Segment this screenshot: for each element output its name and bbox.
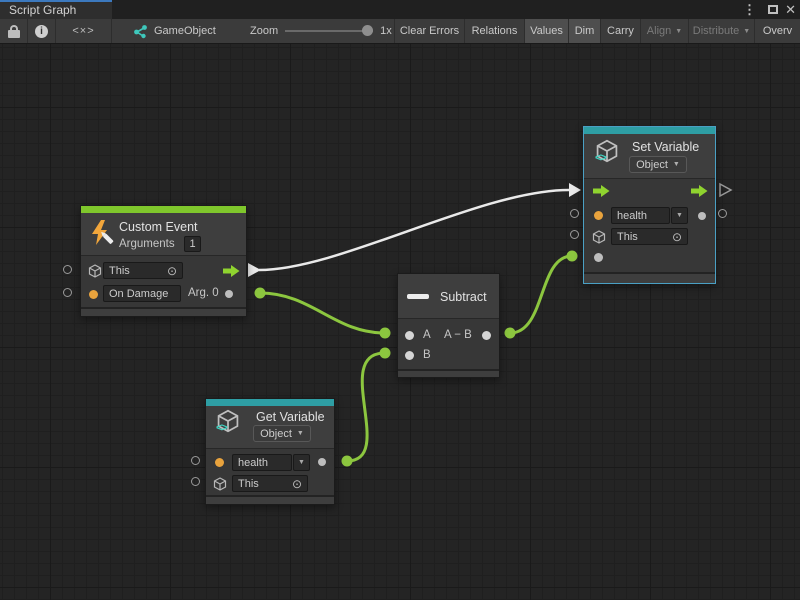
lock-button[interactable] (0, 19, 28, 43)
script-graph-window: Script Graph ⋮ ✕ i <×> GameObject Zoom (0, 0, 800, 600)
caret-down-icon: ▼ (743, 28, 750, 35)
align-dropdown[interactable]: Align▼ (640, 19, 688, 43)
port-pin-getvariable-this[interactable] (191, 477, 200, 486)
graph-target-label: GameObject (154, 25, 216, 37)
input-a-label: A (423, 329, 431, 341)
info-icon: i (35, 25, 48, 38)
port-pin-customevent-this[interactable] (63, 265, 72, 274)
port-pin-setvariable-out[interactable] (718, 209, 727, 218)
variable-scope-dropdown[interactable]: Object ▼ (253, 425, 311, 442)
arguments-input[interactable]: 1 (184, 236, 201, 252)
variable-icon: <> (213, 409, 245, 439)
node-title: Custom Event (119, 220, 198, 234)
node-subtract[interactable]: Subtract A A − B B (397, 273, 500, 378)
toolbar-buttons: Clear Errors Relations Values Dim Carry … (394, 19, 800, 43)
custom-event-icon (88, 219, 116, 247)
caret-down-icon: ▼ (675, 28, 682, 35)
zoom-slider-thumb[interactable] (362, 25, 373, 36)
input-b-label: B (423, 349, 431, 361)
port-pin-customevent-name[interactable] (63, 288, 72, 297)
node-title: Get Variable (256, 410, 325, 424)
caret-down-icon: ▼ (673, 161, 680, 168)
window-maximize-icon[interactable] (768, 0, 778, 19)
variable-scope-dropdown[interactable]: Object ▼ (629, 156, 687, 173)
info-button[interactable]: i (28, 19, 56, 43)
overview-button[interactable]: Overv (754, 19, 800, 43)
port-pin-setvariable-name-in[interactable] (570, 209, 579, 218)
variable-name-field[interactable]: health (611, 207, 670, 224)
node-footer (81, 307, 246, 316)
node-title: Set Variable (632, 140, 699, 154)
value-output-port[interactable] (318, 458, 326, 466)
variable-accent-bar (206, 399, 334, 406)
output-label: A − B (444, 329, 472, 341)
arguments-label: Arguments (119, 238, 175, 250)
graph-target-breadcrumb[interactable]: GameObject (133, 19, 216, 43)
zoom-value: 1x (380, 25, 392, 37)
node-custom-event[interactable]: Custom Event Arguments 1 This ⊙ On Damag… (80, 205, 247, 317)
gameobject-cube-icon (592, 230, 606, 244)
flow-output-port[interactable] (223, 265, 240, 277)
carry-toggle[interactable]: Carry (600, 19, 640, 43)
node-get-variable[interactable]: <> Get Variable Object ▼ health ▼ This ⊙ (205, 398, 335, 505)
port-pin-setvariable-this[interactable] (570, 230, 579, 239)
tab-title: Script Graph (9, 3, 76, 17)
target-field[interactable]: This ⊙ (232, 475, 308, 492)
target-picker-icon[interactable]: ⊙ (292, 479, 302, 489)
arg0-output-port[interactable] (225, 290, 233, 298)
zoom-slider[interactable] (285, 30, 373, 32)
dim-toggle[interactable]: Dim (568, 19, 600, 43)
variable-accent-bar (584, 127, 715, 134)
node-footer (206, 495, 334, 504)
variable-name-port[interactable] (594, 211, 603, 220)
target-picker-icon[interactable]: ⊙ (672, 232, 682, 242)
lock-icon (8, 25, 20, 38)
relations-button[interactable]: Relations (464, 19, 524, 43)
input-a-port[interactable] (405, 331, 414, 340)
graph-toolbar: i <×> GameObject Zoom 1x Clear Errors Re… (0, 19, 800, 44)
window-menu-icon[interactable]: ⋮ (743, 0, 756, 19)
variable-name-dropdown-caret[interactable]: ▼ (293, 454, 310, 471)
event-name-port[interactable] (89, 290, 98, 299)
minus-icon (407, 294, 429, 299)
flow-output-port[interactable] (691, 185, 708, 197)
node-footer (398, 369, 499, 377)
target-field[interactable]: This ⊙ (611, 228, 688, 245)
values-toggle[interactable]: Values (524, 19, 568, 43)
port-pin-getvariable-name[interactable] (191, 456, 200, 465)
zoom-control: Zoom 1x (250, 19, 392, 43)
variable-name-field[interactable]: health (232, 454, 292, 471)
maximize-glyph (768, 5, 778, 14)
tab-script-graph[interactable]: Script Graph (0, 0, 112, 19)
flow-input-port[interactable] (593, 185, 610, 197)
value-output-port[interactable] (698, 212, 706, 220)
input-b-port[interactable] (405, 351, 414, 360)
output-port[interactable] (482, 331, 491, 340)
gameobject-cube-icon (213, 477, 227, 491)
node-title: Subtract (440, 290, 487, 304)
variable-brackets-icon: <> (216, 422, 227, 434)
variable-icon: <> (592, 139, 624, 169)
clear-errors-button[interactable]: Clear Errors (394, 19, 464, 43)
target-field[interactable]: This ⊙ (103, 262, 183, 279)
target-picker-icon[interactable]: ⊙ (167, 266, 177, 276)
event-accent-bar (81, 206, 246, 213)
graph-icon (133, 24, 148, 39)
event-name-field[interactable]: On Damage (103, 285, 181, 302)
distribute-dropdown[interactable]: Distribute▼ (688, 19, 754, 43)
zoom-label: Zoom (250, 25, 278, 37)
variable-name-dropdown-caret[interactable]: ▼ (671, 207, 688, 224)
node-footer (584, 272, 715, 283)
new-value-input-port[interactable] (594, 253, 603, 262)
gameobject-cube-icon (88, 264, 102, 278)
tab-strip: Script Graph ⋮ ✕ (0, 0, 800, 19)
caret-down-icon: ▼ (297, 430, 304, 437)
variable-name-port[interactable] (215, 458, 224, 467)
arg0-label: Arg. 0 (188, 287, 219, 299)
window-close-icon[interactable]: ✕ (785, 0, 796, 19)
variable-brackets-icon: <> (595, 152, 606, 164)
edit-code-button[interactable]: <×> (56, 19, 112, 43)
node-set-variable[interactable]: <> Set Variable Object ▼ health ▼ This ⊙ (583, 126, 716, 284)
